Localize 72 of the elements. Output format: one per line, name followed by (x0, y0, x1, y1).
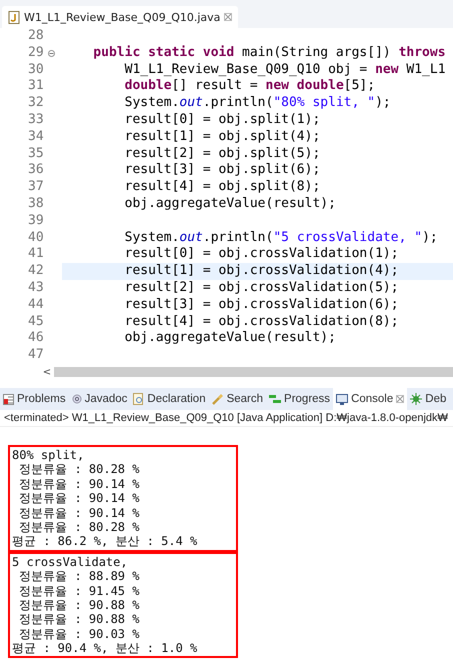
console-line: 정분류율 : 80.28 % (18, 462, 140, 477)
panel-tab[interactable]: Deb (407, 388, 450, 410)
code-line: result[0] = obj.split(1); (124, 112, 322, 129)
flashlight-icon (212, 393, 224, 405)
line-number: 28 (27, 28, 45, 45)
progress-icon (269, 394, 282, 404)
code-line: result[1] = obj.split(4); (124, 128, 322, 146)
panel-tab[interactable]: Problems (0, 388, 69, 410)
panel-tab[interactable]: Javadoc (68, 388, 130, 410)
code-line: result[3] = obj.split(6); (124, 162, 322, 180)
line-number: 32 (27, 95, 45, 112)
line-number: 39 (27, 212, 45, 230)
line-number: 45 (27, 314, 45, 330)
console-line: 정분류율 : 90.14 % (18, 491, 140, 506)
console-line: 80% split, (12, 448, 86, 462)
code-line: obj.aggregateValue(result); (124, 196, 337, 213)
monitor-icon (336, 394, 348, 404)
console-line: 정분류율 : 90.14 % (18, 506, 140, 520)
console-line: 정분류율 : 88.89 % (18, 569, 140, 584)
panel-tab[interactable]: Progress (266, 388, 334, 410)
panel-tab[interactable]: Console (333, 388, 408, 410)
panel-tab[interactable]: Search (208, 388, 266, 410)
problems-icon (3, 394, 14, 404)
editor-tab-title: W1_L1_Review_Base_Q09_Q10.java (24, 10, 220, 24)
console-line: 정분류율 : 90.88 % (18, 598, 140, 612)
code-line: result[2] = obj.split(5); (124, 146, 322, 162)
line-number: 43 (27, 280, 45, 297)
java-file-icon (8, 10, 20, 24)
document-icon (133, 393, 144, 405)
line-number: 42 (27, 263, 45, 280)
code-line: public static void main(String args[]) throws (92, 44, 447, 62)
editor-tab[interactable]: W1_L1_Review_Base_Q09_Q10.java (2, 6, 238, 28)
fold-icon[interactable] (48, 50, 55, 57)
line-number: 35 (27, 146, 45, 162)
line-number: 46 (27, 330, 45, 348)
panel-tab[interactable]: Declaration (130, 388, 209, 410)
console-line: 정분류율 : 90.03 % (18, 626, 140, 642)
line-number: 41 (27, 246, 45, 264)
console-line: 정분류율 : 90.14 % (18, 476, 140, 492)
line-number: 34 (27, 128, 45, 146)
line-number: 29 (27, 44, 45, 62)
line-number: 40 (27, 230, 45, 246)
code-line: W1_L1_Review_Base_Q09_Q10 obj = new W1_L1 (124, 62, 447, 78)
code-line: result[0] = obj.crossValidation(1); (124, 246, 400, 264)
code-line: obj.aggregateValue(result); (124, 330, 337, 348)
close-icon[interactable] (396, 395, 404, 403)
code-line: System.out.println("5 crossValidate, "); (124, 230, 439, 246)
code-line: double[] result = new double[5]; (124, 78, 376, 96)
line-number: 30 (27, 62, 45, 78)
console-line: 5 crossValidate, (12, 554, 129, 570)
console-line: 정분류율 : 90.88 % (18, 612, 140, 627)
at-sign-icon (72, 394, 82, 404)
line-number: 37 (27, 179, 45, 196)
line-number: 36 (27, 162, 45, 180)
code-line: result[4] = obj.split(8); (124, 179, 322, 196)
code-line: result[2] = obj.crossValidation(5); (124, 280, 400, 297)
scroll-left-arrow[interactable]: < (40, 366, 54, 378)
code-line: result[4] = obj.crossValidation(8); (124, 314, 400, 330)
code-line: System.out.println("80% split, "); (124, 95, 392, 112)
line-number: 31 (27, 78, 45, 96)
line-number: 44 (27, 296, 45, 314)
line-number: 38 (27, 196, 45, 213)
console-line: 평균 : 90.4 %, 분산 : 1.0 % (12, 641, 198, 656)
line-number: 33 (27, 112, 45, 129)
line-number: 47 (27, 347, 45, 364)
bug-icon (410, 393, 422, 405)
console-line: 평균 : 86.2 %, 분산 : 5.4 % (12, 534, 198, 549)
console-line: 정분류율 : 80.28 % (18, 520, 140, 534)
close-icon[interactable] (224, 13, 232, 21)
console-line: 정분류율 : 91.45 % (18, 584, 140, 598)
code-line: result[3] = obj.crossValidation(6); (124, 296, 400, 314)
console-status: <terminated> W1_L1_Review_Base_Q09_Q10 [Java Application] D:₩java-1.8.0-openjdk₩ (0, 410, 453, 427)
